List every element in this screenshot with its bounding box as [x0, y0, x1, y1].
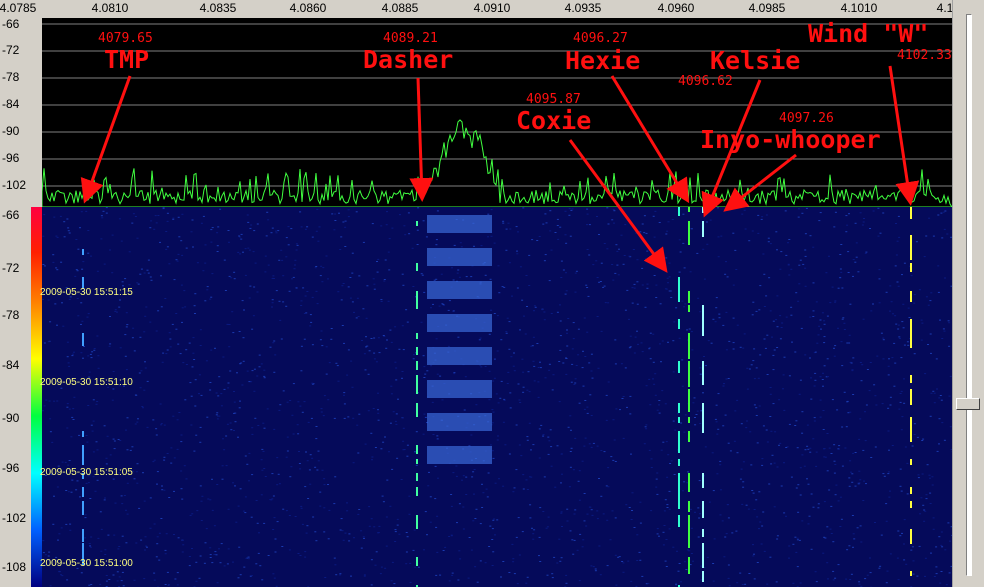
coxie-freq: 4095.87: [526, 92, 581, 107]
hexie-arrow: [610, 75, 690, 204]
coxie-label: Coxie: [516, 106, 592, 135]
dasher-freq: 4089.21: [383, 31, 438, 46]
hexie-freq: 4096.27: [573, 31, 628, 46]
tmp-label: TMP: [104, 45, 150, 74]
kelsie-label: Kelsie: [710, 46, 801, 75]
inyo-arrow: [723, 153, 797, 212]
wind-label: Wind "W": [808, 19, 929, 48]
tmp-arrow: [80, 75, 132, 204]
wind-arrow: [888, 65, 920, 206]
inyo-freq: 4097.26: [779, 111, 834, 126]
kelsie-freq: 4096.62: [678, 74, 733, 89]
annotation-arrows: [80, 65, 920, 273]
dasher-arrow: [409, 77, 434, 202]
tmp-freq: 4079.65: [98, 31, 153, 46]
wind-freq: 4102.33: [897, 48, 952, 63]
inyo-label: Inyo-whooper: [700, 125, 881, 154]
dasher-label: Dasher: [363, 45, 454, 74]
hexie-label: Hexie: [565, 46, 641, 75]
coxie-arrow: [568, 139, 668, 273]
